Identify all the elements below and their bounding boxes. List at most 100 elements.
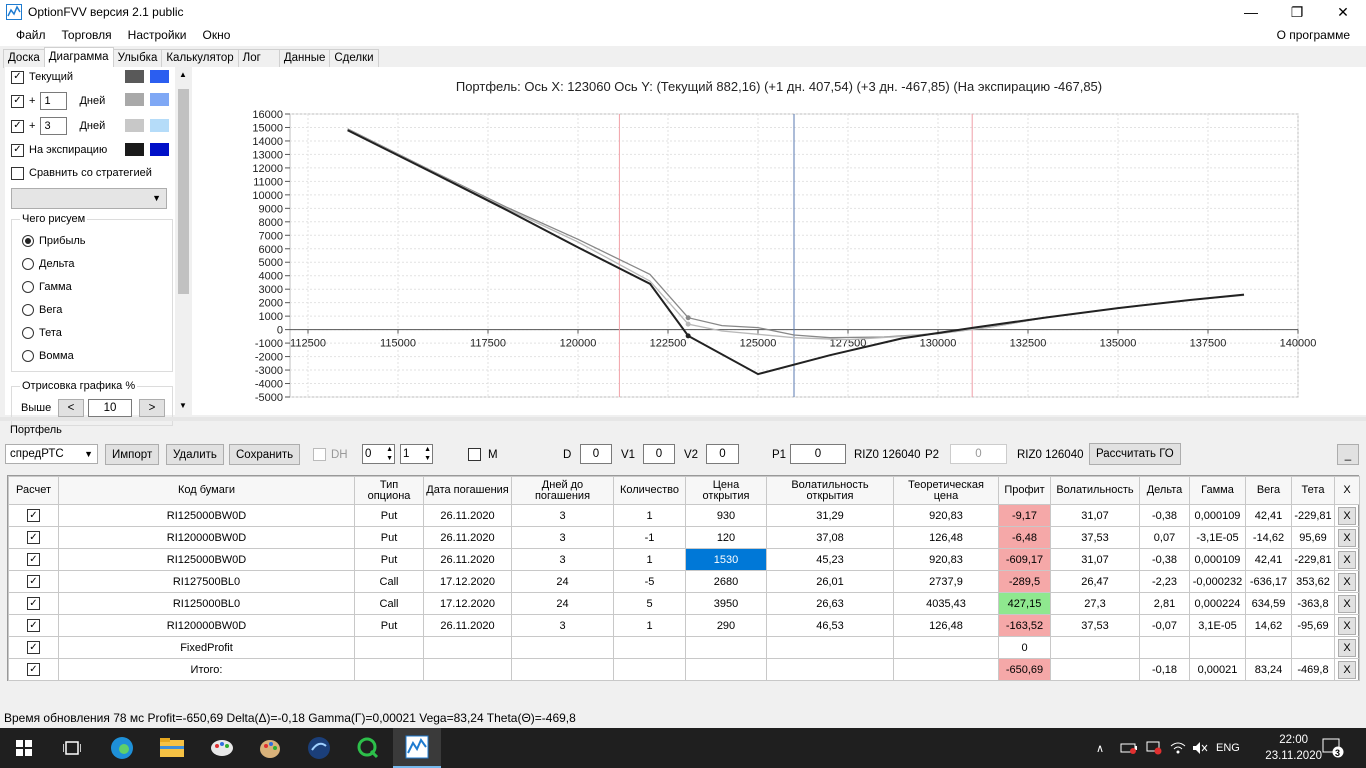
spinner-arrows-icon[interactable]: ▲ ▼ [424,445,431,463]
above-decrease-button[interactable]: < [58,399,84,417]
cell-price[interactable]: 290 [685,614,767,637]
table-row[interactable]: ✓ RI125000BW0D Put 26.11.2020 3 1 930 31,29 920,… [8,504,1360,527]
menu-settings[interactable]: Настройки [120,28,195,42]
plus3-checkbox[interactable]: ✓ [11,119,24,133]
row-calc-checkbox[interactable]: ✓ [27,509,40,522]
cell-qty[interactable] [613,658,686,681]
row-remove-button[interactable]: X [1338,572,1356,591]
row-remove-button[interactable]: X [1338,638,1356,657]
current-checkbox[interactable]: ✓ [11,70,24,84]
row-remove-button[interactable]: X [1338,506,1356,525]
current-color-swatch[interactable] [125,70,144,83]
minimize-portfolio-button[interactable]: _ [1337,444,1359,465]
row-remove-button[interactable]: X [1338,660,1356,679]
col-delta[interactable]: Дельта [1139,476,1190,505]
cell-price[interactable] [685,636,767,659]
panel-splitter[interactable] [0,417,1366,421]
tab-diagram[interactable]: Диаграмма [43,47,114,67]
dh-spinner-1[interactable]: 0 ▲ ▼ [362,444,395,464]
row-calc-cell[interactable]: ✓ [8,570,59,593]
col-vega[interactable]: Вега [1245,476,1292,505]
plus3-color-swatch[interactable] [125,119,144,132]
cell-qty[interactable] [613,636,686,659]
menu-file[interactable]: Файл [8,28,54,42]
start-icon[interactable] [0,728,48,768]
v1-input[interactable]: 0 [643,444,675,464]
tab-smile[interactable]: Улыбка [112,49,163,68]
cell-vol-open[interactable]: 37,08 [766,526,894,549]
plus3-days-input[interactable]: 3 [40,117,68,135]
calc-go-button[interactable]: Рассчитать ГО [1089,443,1181,465]
table-row[interactable]: ✓ RI125000BL0 Call 17.12.2020 24 5 3950 26,63 40… [8,592,1360,615]
current-color-swatch-2[interactable] [150,70,169,83]
cell-qty[interactable]: 1 [613,614,686,637]
language-indicator[interactable]: ENG [1216,728,1240,768]
col-x[interactable]: X [1334,476,1360,505]
p1-input[interactable]: 0 [790,444,846,464]
table-row[interactable]: ✓ RI125000BW0D Put 26.11.2020 3 1 1530 45,23 920… [8,548,1360,571]
expiry-checkbox[interactable]: ✓ [11,143,24,157]
row-calc-checkbox[interactable]: ✓ [27,619,40,632]
p2-input[interactable]: 0 [950,444,1007,464]
row-calc-cell[interactable]: ✓ [8,504,59,527]
edge-icon[interactable] [98,728,146,768]
col-gamma[interactable]: Гамма [1189,476,1246,505]
cell-qty[interactable]: 1 [613,548,686,571]
speaker-mute-icon[interactable] [1192,728,1208,768]
scrollbar-thumb[interactable] [178,89,189,294]
plus3-color-swatch-2[interactable] [150,119,169,132]
palette-icon[interactable] [246,728,294,768]
tab-deals[interactable]: Сделки [329,49,379,68]
menu-window[interactable]: Окно [195,28,239,42]
save-button[interactable]: Сохранить [229,444,301,465]
row-calc-cell[interactable]: ✓ [8,548,59,571]
radio-delta[interactable]: Дельта [22,258,75,270]
row-calc-cell[interactable]: ✓ [8,658,59,681]
col-vol-open[interactable]: Волатильность открытия [766,476,894,505]
tab-board[interactable]: Доска [3,49,45,68]
col-theo[interactable]: Теоретическая цена [893,476,999,505]
row-remove-button[interactable]: X [1338,616,1356,635]
compare-checkbox[interactable] [11,166,24,180]
cell-vol-open[interactable]: 31,29 [766,504,894,527]
clock[interactable]: 22:00 23.11.2020 [1265,732,1322,764]
col-date[interactable]: Дата погашения [423,476,512,505]
battery-icon[interactable] [1120,728,1138,768]
spinner-arrows-icon[interactable]: ▲ ▼ [386,445,393,463]
cell-price[interactable]: 930 [685,504,767,527]
col-type[interactable]: Тип опциона [354,476,424,505]
row-calc-checkbox[interactable]: ✓ [27,575,40,588]
cell-qty[interactable]: -1 [613,526,686,549]
notification-icon[interactable]: 3 [1322,728,1344,768]
cell-qty[interactable]: 5 [613,592,686,615]
row-calc-checkbox[interactable]: ✓ [27,597,40,610]
col-theta[interactable]: Тета [1291,476,1335,505]
delete-button[interactable]: Удалить [166,444,224,465]
minimize-button[interactable]: — [1228,0,1274,24]
strategy-select[interactable]: спредРТС ▼ [5,444,98,464]
m-checkbox[interactable] [468,448,481,461]
table-row[interactable]: ✓ RI127500BL0 Call 17.12.2020 24 -5 2680 26,01 2… [8,570,1360,593]
tab-data[interactable]: Данные [278,49,331,68]
table-row[interactable]: ✓ RI120000BW0D Put 26.11.2020 3 -1 120 37,08 126… [8,526,1360,549]
plus1-color-swatch-2[interactable] [150,93,169,106]
row-remove-button[interactable]: X [1338,594,1356,613]
radio-profit[interactable]: Прибыль [22,235,86,247]
plus1-checkbox[interactable]: ✓ [11,94,24,108]
left-panel-scrollbar[interactable]: ▲ ▼ [175,67,192,415]
col-profit[interactable]: Профит [998,476,1051,505]
cell-price[interactable] [685,658,767,681]
expiry-color-swatch-2[interactable] [150,143,169,156]
table-row[interactable]: ✓ RI120000BW0D Put 26.11.2020 3 1 290 46,53 126,… [8,614,1360,637]
cell-vol-open[interactable]: 26,01 [766,570,894,593]
cell-price[interactable]: 3950 [685,592,767,615]
row-remove-button[interactable]: X [1338,528,1356,547]
dh-checkbox[interactable] [313,448,326,461]
above-input[interactable]: 10 [88,399,132,417]
cell-price[interactable]: 120 [685,526,767,549]
row-calc-checkbox[interactable]: ✓ [27,641,40,654]
row-remove-button[interactable]: X [1338,550,1356,569]
quik-icon[interactable] [344,728,392,768]
cell-vol-open[interactable] [766,658,894,681]
row-calc-cell[interactable]: ✓ [8,614,59,637]
